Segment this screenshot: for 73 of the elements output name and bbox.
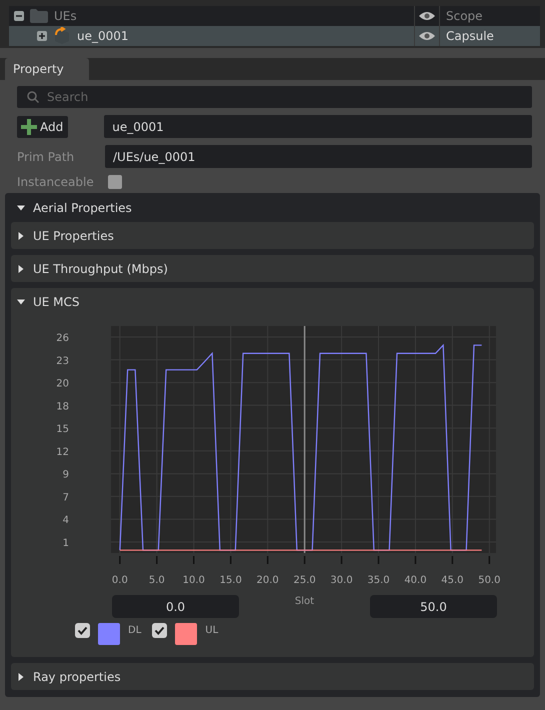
- x-tick-mark: [452, 556, 454, 564]
- y-tick-label: 18: [56, 401, 69, 412]
- x-axis-label: Slot: [294, 596, 314, 607]
- plus-icon: [21, 118, 37, 134]
- section-title[interactable]: UE Properties: [33, 228, 114, 242]
- prim-type: Scope: [445, 9, 483, 23]
- cursor-line[interactable]: [304, 326, 306, 553]
- search-icon: [27, 91, 39, 103]
- x-tick-label: 45.0: [441, 575, 464, 586]
- instanceable-checkbox[interactable]: [108, 175, 122, 189]
- checkbox[interactable]: [75, 623, 90, 638]
- y-tick-label: 26: [56, 333, 69, 344]
- eye-icon[interactable]: [419, 11, 435, 21]
- property-tab[interactable]: Property: [5, 58, 89, 80]
- x-tick-mark: [230, 556, 232, 564]
- section-title[interactable]: Ray properties: [33, 670, 121, 684]
- collapse-icon[interactable]: [14, 11, 24, 21]
- field-label: Instanceable: [17, 175, 95, 189]
- x-tick-mark: [488, 556, 490, 564]
- range-max-field[interactable]: 50.0: [370, 595, 497, 618]
- x-tick-mark: [119, 556, 121, 564]
- y-tick-label: 23: [56, 356, 69, 367]
- add-button[interactable]: Add: [17, 116, 68, 138]
- tree-row[interactable]: UEs Scope: [9, 6, 540, 26]
- y-tick-label: 20: [56, 378, 69, 390]
- x-tick-label: 20.0: [256, 575, 279, 586]
- x-tick-label: 35.0: [367, 575, 390, 586]
- x-tick-label: 25.0: [293, 575, 316, 586]
- x-tick-mark: [193, 556, 195, 564]
- legend-label: DL: [128, 625, 142, 636]
- checkbox[interactable]: [152, 623, 168, 638]
- range-min-field[interactable]: 0.0: [112, 595, 239, 618]
- eye-icon[interactable]: [419, 31, 435, 41]
- section-title[interactable]: UE Throughput (Mbps): [33, 262, 168, 276]
- x-tick-mark: [414, 556, 416, 564]
- collapse-arrow-icon[interactable]: [17, 204, 25, 212]
- x-tick-mark: [266, 556, 268, 564]
- x-tick-mark: [156, 556, 158, 564]
- x-tick-label: 10.0: [182, 575, 205, 586]
- cube-icon: [53, 27, 71, 45]
- y-tick-label: 9: [62, 470, 69, 481]
- expand-icon[interactable]: [37, 31, 47, 41]
- x-tick-mark: [340, 556, 342, 564]
- prim-type: Capsule: [445, 29, 494, 43]
- x-tick-mark: [378, 556, 380, 564]
- legend-label: UL: [205, 625, 218, 636]
- legend-swatch[interactable]: [98, 623, 120, 645]
- x-tick-label: 5.0: [148, 575, 165, 586]
- legend-swatch[interactable]: [175, 623, 198, 645]
- expand-arrow-icon[interactable]: [17, 264, 25, 272]
- prim-path-field[interactable]: /UEs/ue_0001: [105, 145, 532, 168]
- collapse-arrow-icon[interactable]: [17, 298, 25, 306]
- x-tick-label: 0.0: [112, 575, 128, 586]
- folder-icon: [30, 9, 48, 23]
- x-tick-label: 50.0: [478, 575, 500, 586]
- x-tick-label: 40.0: [404, 575, 427, 586]
- x-tick-label: 30.0: [330, 575, 353, 586]
- y-tick-label: 12: [56, 446, 69, 458]
- y-tick-label: 15: [56, 424, 69, 436]
- expand-arrow-icon[interactable]: [17, 232, 25, 240]
- tree-item-label: UEs: [54, 9, 77, 23]
- section-title[interactable]: UE MCS: [33, 294, 80, 308]
- field-label: Prim Path: [17, 150, 76, 164]
- tree-item-label: ue_0001: [77, 29, 129, 43]
- x-tick-label: 15.0: [220, 575, 242, 586]
- name-field[interactable]: ue_0001: [104, 115, 532, 138]
- expand-arrow-icon[interactable]: [17, 672, 25, 680]
- tree-row[interactable]: ue_0001 Capsule: [9, 26, 540, 46]
- x-tick-mark: [304, 556, 306, 564]
- y-tick-label: 7: [62, 492, 69, 504]
- y-tick-label: 1: [62, 538, 69, 549]
- section-title[interactable]: Aerial Properties: [33, 200, 132, 214]
- y-tick-label: 4: [62, 515, 69, 526]
